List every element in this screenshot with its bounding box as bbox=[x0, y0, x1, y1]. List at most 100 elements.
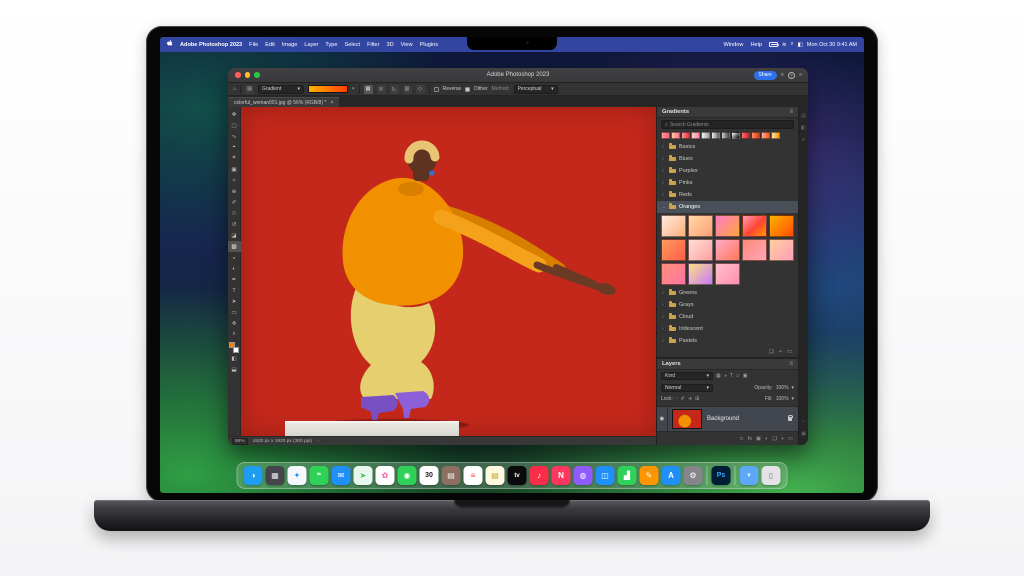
gradient-tool[interactable]: ▧ bbox=[228, 241, 241, 252]
recent-gradient-swatch[interactable] bbox=[751, 132, 760, 139]
dock-icon-pages[interactable]: ✎ bbox=[639, 466, 659, 485]
wifi-icon[interactable]: ≋ bbox=[782, 42, 787, 48]
dock-icon-downloads[interactable]: ▼ bbox=[739, 466, 759, 485]
quick-mask-icon[interactable]: ◧ bbox=[228, 353, 241, 364]
dodge-tool[interactable]: ◐ bbox=[228, 263, 241, 274]
lock-position-icon[interactable]: ✛ bbox=[688, 396, 692, 402]
gradient-swatch[interactable] bbox=[769, 215, 795, 237]
new-gradient-icon[interactable]: + bbox=[779, 349, 782, 355]
screen-mode-icon[interactable]: ⬓ bbox=[228, 364, 241, 375]
color-swatches[interactable] bbox=[229, 342, 239, 353]
close-window-button[interactable] bbox=[235, 72, 241, 78]
window-title-bar[interactable]: Adobe Photoshop 2023 Share ⌕ ? » bbox=[228, 68, 808, 83]
dock-icon-maps[interactable]: ➤ bbox=[353, 466, 373, 485]
gradient-folder-cloud[interactable]: › Cloud bbox=[657, 311, 798, 323]
lock-all-icon[interactable]: ⊞ bbox=[695, 396, 699, 402]
clone-stamp-tool[interactable]: ⌑ bbox=[228, 208, 241, 219]
gradient-swatch[interactable] bbox=[661, 239, 686, 261]
dock-icon-mail[interactable]: ✉ bbox=[331, 466, 351, 485]
menu-image[interactable]: Image bbox=[282, 42, 298, 48]
new-group-icon[interactable]: ❏ bbox=[769, 349, 774, 355]
reflected-gradient-icon[interactable]: ▥ bbox=[402, 84, 412, 94]
gradient-preview-bar[interactable] bbox=[308, 85, 349, 93]
blend-mode-select[interactable]: Normal ▾ bbox=[661, 384, 713, 392]
gradient-folder-pastels[interactable]: › Pastels bbox=[657, 335, 798, 347]
dock-icon-trash[interactable]: ▯ bbox=[761, 466, 781, 485]
menu-clock[interactable]: Mon Oct 30 9:41 AM bbox=[807, 42, 857, 48]
recent-gradient-swatch[interactable] bbox=[691, 132, 700, 139]
lock-pixels-icon[interactable]: ✐ bbox=[681, 396, 685, 402]
dock-icon-calendar[interactable]: 30 bbox=[419, 466, 439, 485]
dock-icon-messages[interactable]: ❝ bbox=[309, 466, 329, 485]
recent-gradient-swatch[interactable] bbox=[731, 132, 740, 139]
menu-edit[interactable]: Edit bbox=[265, 42, 275, 48]
gradients-search-input[interactable]: ⌕ Search Gradients bbox=[661, 120, 795, 129]
object-selection-tool[interactable]: ⌖ bbox=[228, 142, 241, 153]
dock-icon-notes[interactable]: ▤ bbox=[485, 466, 505, 485]
minimize-window-button[interactable] bbox=[244, 72, 250, 78]
filter-adjustment-icon[interactable]: ◑ bbox=[724, 373, 727, 379]
filter-shape-icon[interactable]: ▱ bbox=[736, 373, 740, 379]
fill-value[interactable]: 100% bbox=[776, 396, 789, 402]
gradient-swatch[interactable] bbox=[715, 215, 741, 237]
dock-icon-news[interactable]: N bbox=[551, 466, 571, 485]
gradient-folder-reds[interactable]: › Reds bbox=[657, 189, 798, 201]
menu-file[interactable]: File bbox=[249, 42, 258, 48]
adjustment-layer-icon[interactable]: ◐ bbox=[765, 436, 768, 442]
share-button[interactable]: Share bbox=[753, 70, 777, 80]
gradient-folder-pinks[interactable]: › Pinks bbox=[657, 177, 798, 189]
shape-tool[interactable]: ▭ bbox=[228, 307, 241, 318]
layer-mask-icon[interactable]: ▣ bbox=[756, 436, 761, 442]
recent-gradient-swatch[interactable] bbox=[721, 132, 730, 139]
lasso-tool[interactable]: ∿ bbox=[228, 131, 241, 142]
angle-gradient-icon[interactable]: ◺ bbox=[389, 84, 399, 94]
recent-gradient-swatch[interactable] bbox=[761, 132, 770, 139]
dock-icon-photoshop[interactable]: Ps bbox=[711, 466, 731, 485]
gradient-swatch[interactable] bbox=[715, 239, 741, 261]
layer-name[interactable]: Background bbox=[707, 416, 739, 422]
menu-3d[interactable]: 3D bbox=[387, 42, 394, 48]
gradient-folder-purples[interactable]: › Purples bbox=[657, 165, 798, 177]
reverse-checkbox[interactable] bbox=[433, 86, 439, 92]
collapsed-panel-icon[interactable]: ≡ bbox=[802, 137, 805, 143]
filter-type-icon[interactable]: T bbox=[730, 373, 733, 379]
dock-icon-settings[interactable]: ⚙ bbox=[683, 466, 703, 485]
layer-visibility-eye-icon[interactable]: ◉ bbox=[657, 407, 668, 431]
zoom-level[interactable]: 56% bbox=[232, 437, 248, 445]
menu-view[interactable]: View bbox=[401, 42, 413, 48]
gradient-folder-iridescent[interactable]: › Iridescent bbox=[657, 323, 798, 335]
gradient-swatch[interactable] bbox=[742, 215, 768, 237]
search-icon[interactable]: ⌕ bbox=[791, 41, 794, 48]
dock-icon-appstore[interactable]: A bbox=[661, 466, 681, 485]
dock-icon-numbers[interactable]: ▟ bbox=[617, 466, 637, 485]
frame-tool[interactable]: ▣ bbox=[228, 164, 241, 175]
menu-help[interactable]: Help bbox=[750, 42, 762, 48]
recent-gradient-swatch[interactable] bbox=[671, 132, 680, 139]
recent-gradient-swatch[interactable] bbox=[741, 132, 750, 139]
method-select[interactable]: Perceptual ▾ bbox=[513, 84, 558, 94]
recent-gradient-swatch[interactable] bbox=[771, 132, 780, 139]
collapsed-panel-icon[interactable]: ◧ bbox=[801, 125, 806, 131]
layer-effects-icon[interactable]: fx bbox=[748, 436, 752, 442]
crop-tool[interactable]: ⌗ bbox=[228, 153, 241, 164]
move-tool[interactable]: ✥ bbox=[228, 109, 241, 120]
path-selection-tool[interactable]: ➤ bbox=[228, 296, 241, 307]
zoom-tool[interactable]: ⌕ bbox=[228, 329, 241, 340]
foreground-color-swatch[interactable] bbox=[229, 342, 235, 348]
delete-icon[interactable]: ▭ bbox=[787, 349, 792, 355]
gradient-swatch[interactable] bbox=[688, 263, 714, 285]
eraser-tool[interactable]: ◪ bbox=[228, 230, 241, 241]
gradient-swatch[interactable] bbox=[715, 263, 741, 285]
gradient-swatch[interactable] bbox=[688, 215, 714, 237]
search-icon[interactable]: ⌕ bbox=[781, 72, 784, 79]
eyedropper-tool[interactable]: ✧ bbox=[228, 175, 241, 186]
gradient-folder-blues[interactable]: › Blues bbox=[657, 153, 798, 165]
dock-icon-tv[interactable]: tv bbox=[507, 466, 527, 485]
apple-logo-icon[interactable] bbox=[167, 40, 173, 49]
gradient-folder-basics[interactable]: › Basics bbox=[657, 141, 798, 153]
dock-icon-keynote[interactable]: ◫ bbox=[595, 466, 615, 485]
status-chevron-icon[interactable]: › bbox=[317, 439, 319, 444]
document-canvas[interactable] bbox=[241, 107, 656, 436]
radial-gradient-icon[interactable]: ◎ bbox=[376, 84, 386, 94]
dock-icon-facetime[interactable]: ◉ bbox=[397, 466, 417, 485]
